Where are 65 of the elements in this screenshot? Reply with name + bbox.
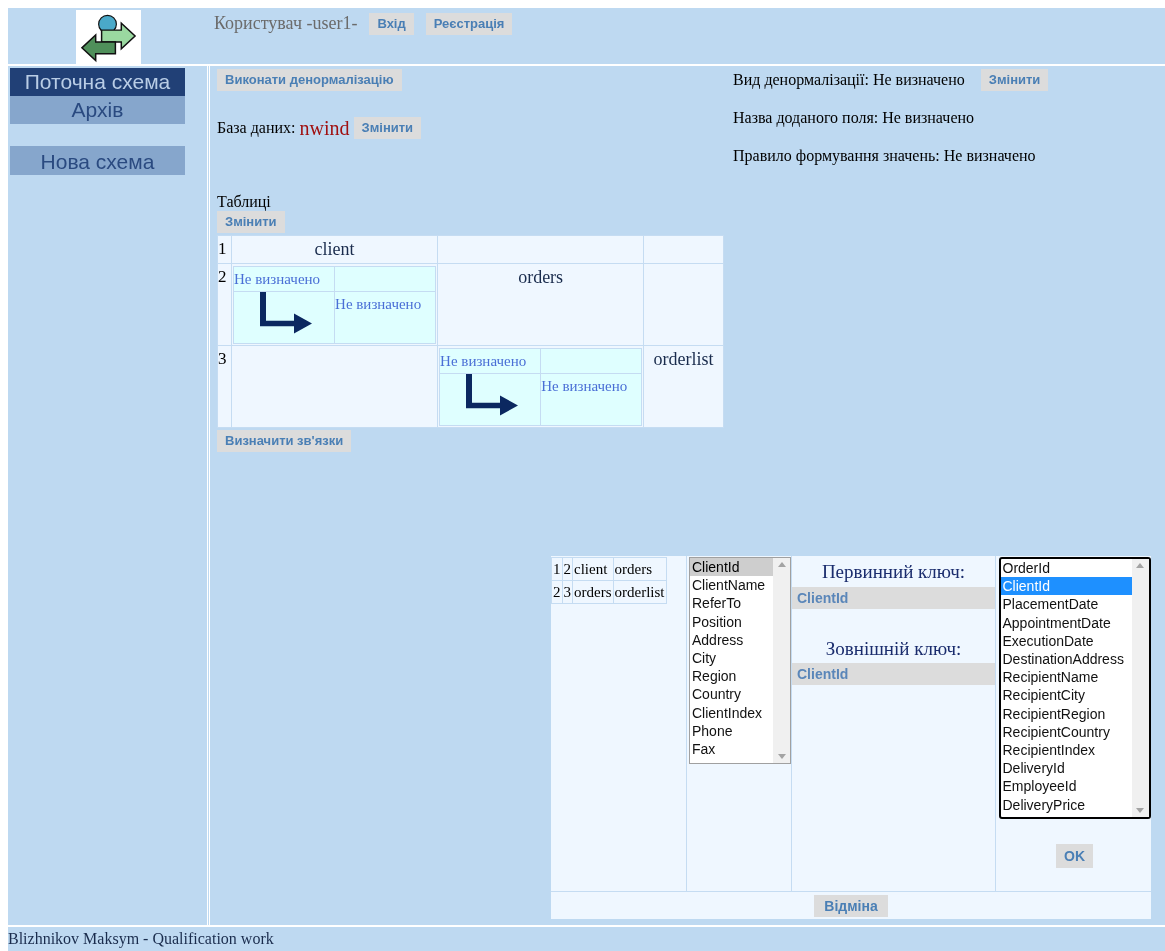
list-option[interactable]: PlacementDate (1000, 595, 1132, 614)
list-option[interactable]: RecipientIndex (1000, 741, 1132, 760)
list-option[interactable]: Region (690, 667, 773, 686)
info-text: Правило формування значень: Не визначено (733, 146, 1036, 167)
right-field-list[interactable]: OrderId ClientId PlacementDate AppointmentDate ExecutionDate DestinationAddress RecipientName RecipientCity RecipientRegion RecipientCountry RecipientIndex DeliveryId EmployeeId DeliveryPrice (998, 557, 1151, 819)
link-cell: orderlist (614, 584, 665, 600)
link-cell: orders (614, 561, 652, 577)
info-text: Назва доданого поля: Не визначено (733, 108, 975, 129)
scroll-down-icon[interactable] (777, 754, 786, 759)
list-option[interactable]: ReferTo (690, 594, 773, 613)
list-option[interactable]: RecipientRegion (1000, 704, 1132, 723)
link-cell: orders (574, 584, 612, 600)
list-option[interactable]: RecipientName (1000, 668, 1132, 687)
scrollbar[interactable] (773, 558, 790, 763)
list-option[interactable]: Fax (690, 740, 773, 759)
link-to-label: Не визначено (335, 295, 422, 312)
primary-key-label: Первинний ключ: (820, 560, 967, 584)
table-name: client (314, 239, 355, 259)
list-option[interactable]: City (690, 649, 773, 668)
list-option[interactable]: Phone (690, 721, 773, 741)
list-option[interactable]: ClientName (690, 576, 773, 595)
link-cell: 2 (563, 561, 571, 577)
row-number: 2 (218, 267, 227, 286)
turn-right-arrow-icon (258, 291, 314, 334)
list-option[interactable]: ClientIndex (690, 703, 773, 722)
scroll-up-icon[interactable] (777, 562, 786, 567)
table-name: orders (518, 267, 564, 287)
table-name: orderlist (653, 349, 714, 369)
primary-key-value: ClientId (792, 586, 995, 609)
list-option[interactable]: RecipientCountry (1000, 722, 1132, 742)
row-number: 3 (218, 349, 227, 368)
list-option[interactable]: DestinationAddress (1000, 650, 1132, 669)
user-label: Користувач -user1- (214, 12, 358, 35)
list-option[interactable]: ExecutionDate (1000, 631, 1132, 650)
link-to-label: Не визначено (541, 377, 628, 394)
list-option[interactable]: Address (690, 630, 773, 649)
list-option[interactable]: DeliveryId (1000, 759, 1132, 778)
info-text: Вид денормалізації: Не визначено (733, 70, 965, 91)
scroll-up-icon[interactable] (1136, 563, 1144, 568)
link-cell: 3 (563, 584, 571, 600)
list-option[interactable]: DeliveryPrice (1000, 795, 1132, 814)
list-option[interactable]: OrderId (1000, 559, 1132, 578)
database-name: nwind (299, 116, 350, 141)
tables-label: Таблиці (217, 193, 271, 211)
list-option[interactable]: AppointmentDate (1000, 613, 1132, 632)
scrollbar[interactable] (1131, 559, 1149, 817)
link-cell: client (574, 561, 608, 577)
link-from-label: Не визначено (234, 270, 321, 287)
list-option[interactable]: RecipientCity (1000, 686, 1132, 705)
list-option[interactable]: Position (690, 612, 773, 631)
foreign-key-label: Зовнішній ключ: (824, 636, 963, 661)
link-cell: 2 (553, 584, 561, 600)
turn-right-arrow-icon (464, 373, 521, 416)
link-from-label: Не визначено (440, 352, 527, 369)
sidebar-tab[interactable]: Поточна схема (10, 68, 185, 96)
row-number: 1 (218, 239, 227, 258)
link-cell: 1 (553, 561, 561, 577)
footer-text: Blizhnikov Maksym - Qualification work (8, 929, 274, 950)
scroll-down-icon[interactable] (1136, 808, 1144, 813)
foreign-key-value: ClientId (792, 663, 995, 685)
left-field-list[interactable]: ClientId ClientName ReferTo Position Address City Region Country ClientIndex Phone Fax (689, 557, 791, 764)
database-label: База даних: (217, 118, 296, 139)
list-option[interactable]: Country (690, 685, 773, 704)
list-option[interactable]: ClientId (690, 558, 773, 577)
list-option[interactable]: EmployeeId (1000, 777, 1132, 796)
